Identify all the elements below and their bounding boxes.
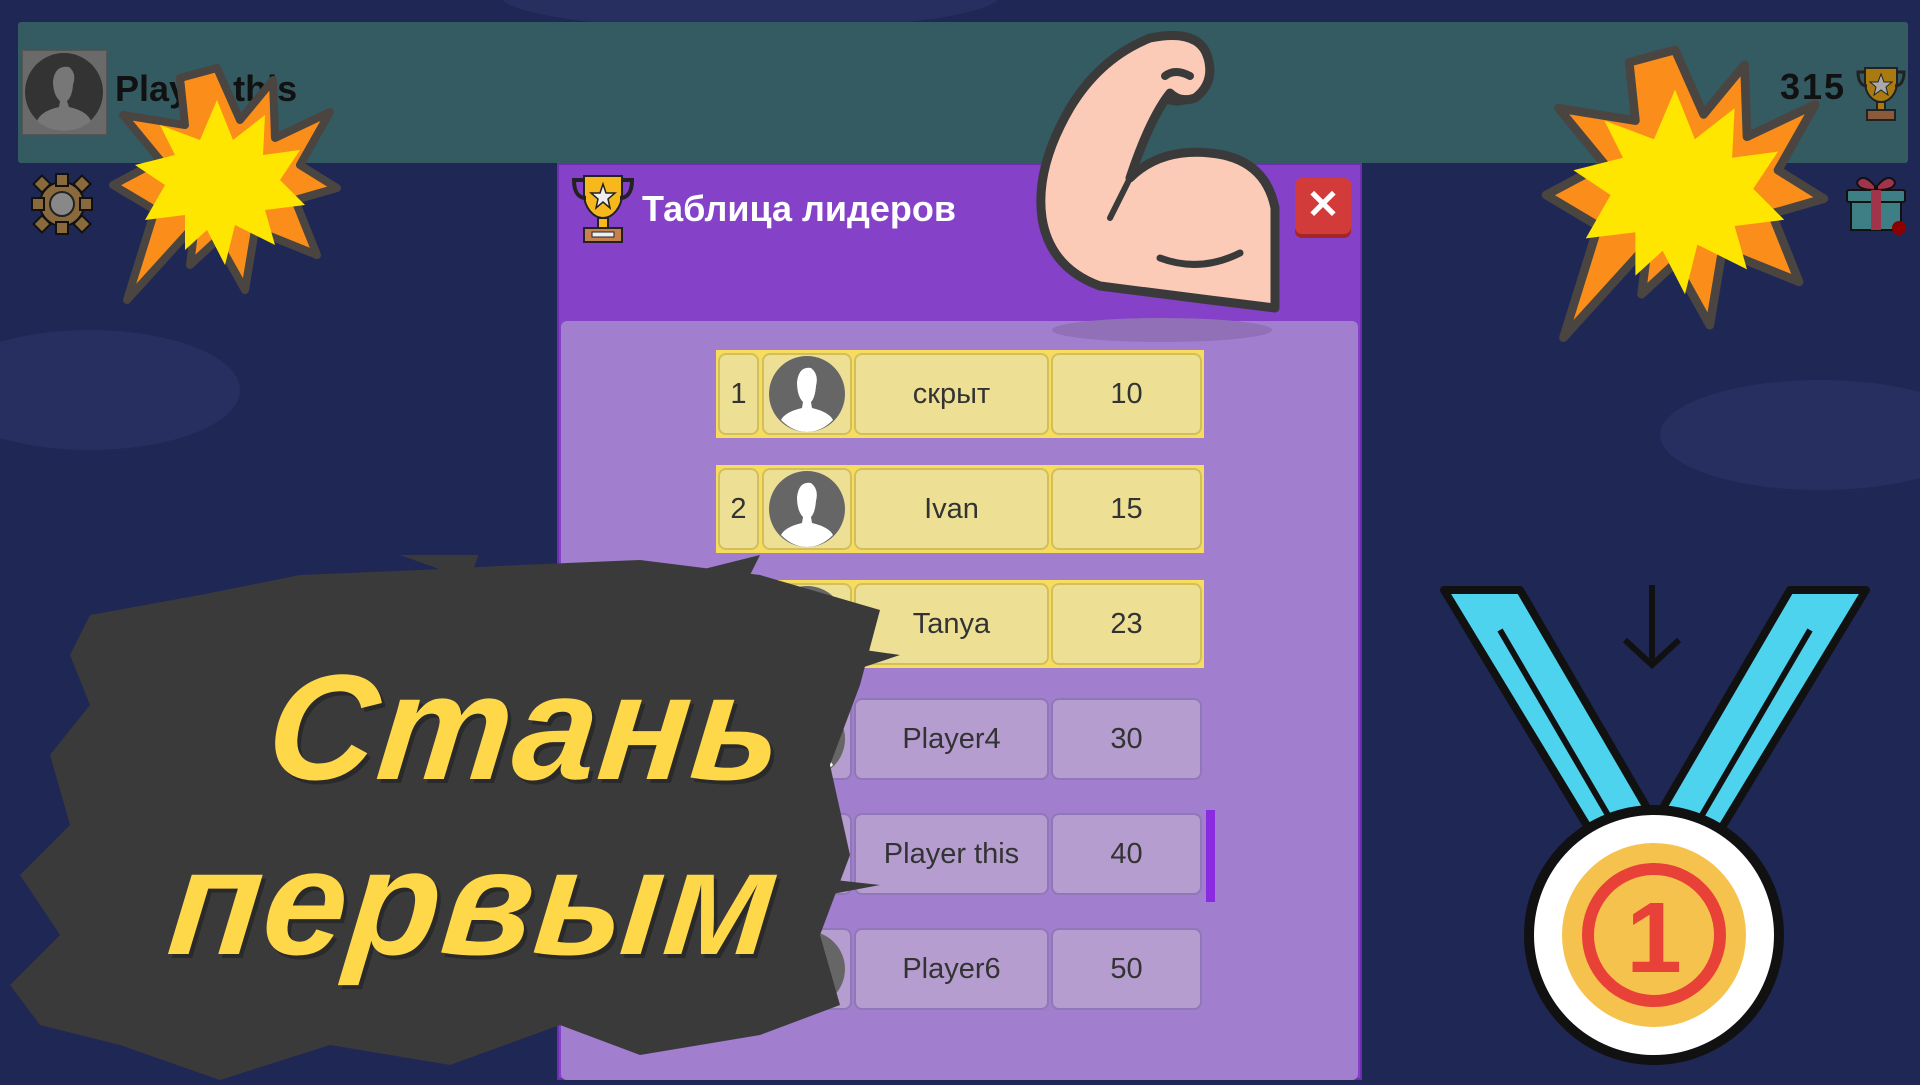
- score-cell: 40: [1051, 813, 1202, 895]
- dialog-title: Таблица лидеров: [642, 188, 957, 229]
- promo-line-2: первым: [162, 818, 789, 986]
- avatar-icon: [769, 356, 845, 432]
- promo-text: Стань первым: [162, 640, 807, 990]
- medal-number: 1: [1626, 882, 1682, 994]
- promo-line-1: Стань: [260, 643, 793, 811]
- trophy-icon: [570, 172, 636, 249]
- background-cloud: [1660, 380, 1920, 490]
- avatar-icon: [769, 471, 845, 547]
- avatar-cell: [762, 468, 852, 550]
- close-button[interactable]: ✕: [1295, 178, 1351, 234]
- rank-cell: 1: [718, 353, 759, 435]
- flexed-biceps-icon: [1030, 28, 1290, 323]
- name-cell: скрыт: [854, 353, 1049, 435]
- trophy-icon: [1855, 64, 1907, 127]
- current-player-indicator: [1206, 810, 1215, 902]
- avatar-cell: [762, 353, 852, 435]
- settings-gear-icon[interactable]: [28, 170, 96, 243]
- score-cell: 30: [1051, 698, 1202, 780]
- rank-cell: 2: [718, 468, 759, 550]
- leaderboard-row[interactable]: 1 скрыт 10: [716, 350, 1204, 438]
- starburst-icon: [1535, 40, 1835, 355]
- score-cell: 10: [1051, 353, 1202, 435]
- score-cell: 50: [1051, 928, 1202, 1010]
- name-cell: Ivan: [854, 468, 1049, 550]
- leaderboard-row[interactable]: 2 Ivan 15: [716, 465, 1204, 553]
- score-cell: 23: [1051, 583, 1202, 665]
- player-avatar[interactable]: [22, 50, 107, 135]
- gold-medal-icon: 1: [1440, 580, 1870, 1075]
- starburst-icon: [105, 60, 345, 315]
- gift-icon[interactable]: [1845, 172, 1909, 241]
- score-cell: 15: [1051, 468, 1202, 550]
- background-cloud: [0, 330, 240, 450]
